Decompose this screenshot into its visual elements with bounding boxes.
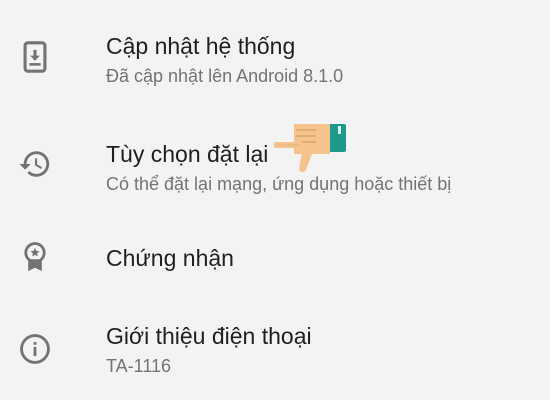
settings-list: Cập nhật hệ thống Đã cập nhật lên Androi… [0,0,550,400]
certificates-item[interactable]: Chứng nhận [0,220,550,300]
reset-options-subtitle: Có thể đặt lại mạng, ứng dụng hoặc thiết… [106,174,452,194]
system-update-subtitle: Đã cập nhật lên Android 8.1.0 [106,66,344,86]
certificate-icon [18,240,52,274]
pointing-hand-icon [272,118,350,174]
about-phone-item[interactable]: Giới thiệu điện thoại TA-1116 [0,300,550,400]
info-icon [18,332,52,366]
about-phone-title: Giới thiệu điện thoại [106,323,312,349]
about-phone-subtitle: TA-1116 [106,356,172,376]
history-icon [18,147,52,181]
system-update-item[interactable]: Cập nhật hệ thống Đã cập nhật lên Androi… [0,0,550,110]
reset-options-title: Tùy chọn đặt lại [106,141,269,167]
system-update-title: Cập nhật hệ thống [106,33,296,59]
system-update-icon [18,40,52,74]
certificates-title: Chứng nhận [106,245,234,271]
